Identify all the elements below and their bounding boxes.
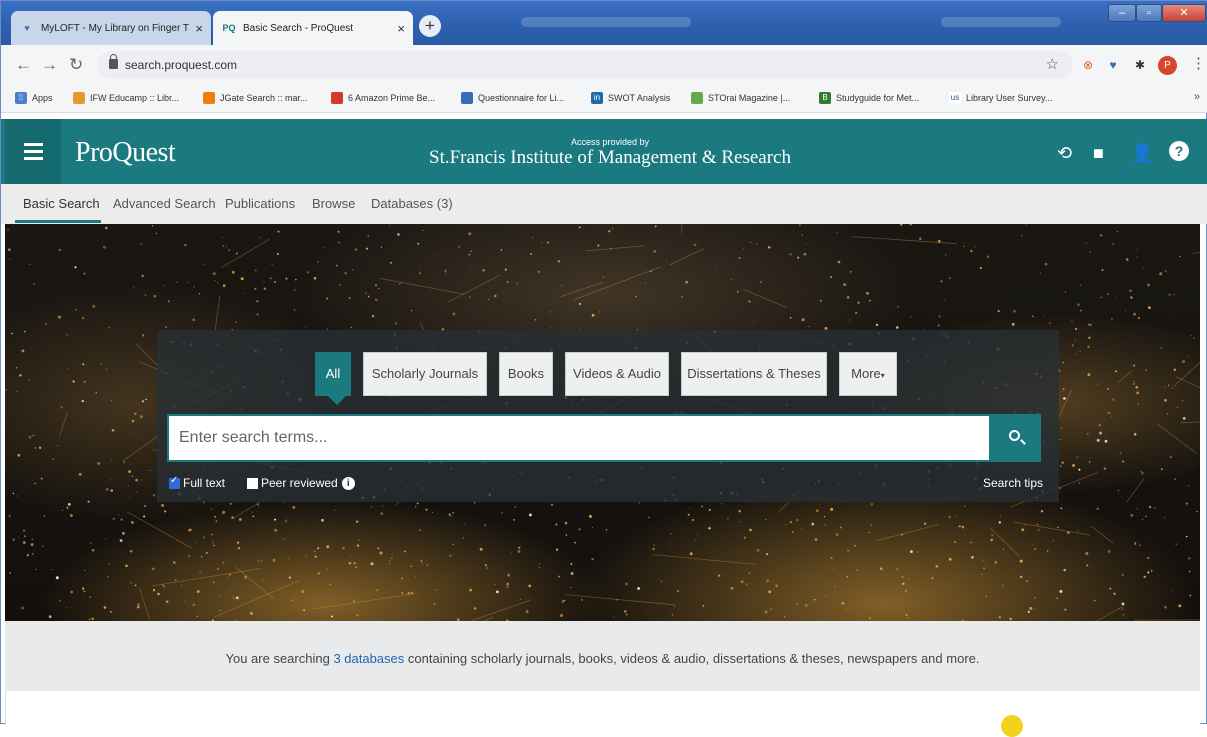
window-controls: – ▫ ✕ — [1108, 4, 1206, 24]
menu-kebab-icon[interactable]: ⋮ — [1191, 54, 1206, 72]
database-info-text: You are searching 3 databases containing… — [5, 651, 1200, 666]
bookmark-apps[interactable]: ⁞⁞Apps — [15, 92, 53, 104]
myloft-extension-icon[interactable]: ♥ — [1104, 56, 1122, 74]
database-info-strip: You are searching 3 databases containing… — [5, 621, 1200, 691]
active-chip-pointer — [328, 396, 346, 405]
tab-title: MyLOFT - My Library on Finger T — [41, 23, 189, 34]
bookmark-item[interactable]: IFW Educamp :: Libr... — [73, 92, 179, 104]
filter-chip-more[interactable]: More▾ — [839, 352, 897, 396]
new-tab-button[interactable]: + — [419, 15, 441, 37]
studyguide-icon: B — [819, 92, 831, 104]
full-text-label: Full text — [183, 476, 225, 490]
questionnaire-icon — [461, 92, 473, 104]
window-close-button[interactable]: ✕ — [1162, 4, 1206, 22]
storai-icon — [691, 92, 703, 104]
bookmark-star-icon[interactable]: ☆ — [1046, 55, 1059, 73]
url-text[interactable]: search.proquest.com — [125, 58, 237, 72]
survey-icon: us — [949, 92, 961, 104]
tab-browse[interactable]: Browse — [312, 196, 355, 211]
search-panel: All Scholarly Journals Books Videos & Au… — [157, 330, 1059, 502]
filter-chip-all[interactable]: All — [315, 352, 351, 396]
access-label: Access provided by — [401, 137, 819, 147]
tab-myloft[interactable]: ♥ MyLOFT - My Library on Finger T × — [11, 11, 211, 45]
databases-link[interactable]: 3 databases — [333, 651, 404, 666]
back-arrow-icon[interactable]: ← — [15, 55, 32, 75]
peer-reviewed-option[interactable]: Peer reviewed i — [247, 476, 355, 490]
caret-down-icon: ▾ — [881, 371, 885, 380]
proquest-favicon-icon: PQ — [221, 22, 237, 34]
linkedin-icon: in — [591, 92, 603, 104]
active-tab-underline — [15, 220, 101, 223]
extension-icon[interactable]: ⊗ — [1079, 56, 1097, 74]
titlebar-blur — [941, 17, 1061, 27]
bookmark-item[interactable]: STOrai Magazine |... — [691, 92, 790, 104]
proquest-header: ProQuest Access provided by St.Francis I… — [1, 119, 1207, 184]
peer-reviewed-label: Peer reviewed — [261, 476, 338, 490]
browser-toolbar: ← → ↻ search.proquest.com ☆ ⊗ ♥ ✱ P ⋮ — [1, 45, 1207, 85]
browser-titlebar: ♥ MyLOFT - My Library on Finger T × PQ B… — [1, 1, 1207, 45]
bookmark-item[interactable]: 6 Amazon Prime Be... — [331, 92, 435, 104]
more-label: More — [851, 366, 881, 381]
peer-reviewed-checkbox[interactable] — [247, 478, 258, 489]
tab-publications[interactable]: Publications — [225, 196, 295, 211]
amazon-icon — [331, 92, 343, 104]
user-icon[interactable]: 👤 — [1131, 143, 1153, 164]
bookmark-item[interactable]: usLibrary User Survey... — [949, 92, 1052, 104]
maximize-button[interactable]: ▫ — [1136, 4, 1162, 22]
proquest-logo[interactable]: ProQuest — [75, 137, 175, 169]
institution-name: St.Francis Institute of Management & Res… — [401, 147, 819, 169]
filter-chip-scholarly-journals[interactable]: Scholarly Journals — [363, 352, 487, 396]
tab-proquest[interactable]: PQ Basic Search - ProQuest × — [213, 11, 413, 45]
forward-arrow-icon[interactable]: → — [41, 55, 58, 75]
search-icon — [1009, 430, 1020, 441]
bookmarks-bar: ⁞⁞Apps IFW Educamp :: Libr... JGate Sear… — [1, 85, 1207, 113]
close-icon[interactable]: × — [397, 21, 405, 36]
folder-icon[interactable]: ■ — [1093, 143, 1104, 164]
info-icon[interactable]: i — [342, 477, 355, 490]
help-icon[interactable]: ? — [1169, 141, 1189, 161]
filter-chip-videos-audio[interactable]: Videos & Audio — [565, 352, 669, 396]
reload-icon[interactable]: ↻ — [69, 55, 83, 75]
institution-access: Access provided by St.Francis Institute … — [401, 137, 819, 169]
jgate-icon — [203, 92, 215, 104]
profile-avatar[interactable]: P — [1158, 56, 1177, 75]
titlebar-blur — [521, 17, 691, 27]
search-input[interactable] — [179, 424, 969, 452]
search-subnav: Basic Search Advanced Search Publication… — [1, 184, 1207, 224]
search-button[interactable] — [991, 414, 1041, 462]
close-icon[interactable]: × — [195, 21, 203, 36]
tab-basic-search[interactable]: Basic Search — [23, 196, 100, 211]
bookmark-item[interactable]: JGate Search :: mar... — [203, 92, 308, 104]
history-icon[interactable]: ⟲ — [1057, 143, 1072, 164]
browser-window: ♥ MyLOFT - My Library on Finger T × PQ B… — [0, 0, 1207, 724]
chat-bubble-icon[interactable] — [1001, 715, 1023, 737]
full-text-option[interactable]: Full text — [169, 476, 225, 490]
bookmark-item[interactable]: BStudyguide for Met... — [819, 92, 919, 104]
filter-chip-books[interactable]: Books — [499, 352, 553, 396]
educamp-icon — [73, 92, 85, 104]
address-bar[interactable]: search.proquest.com ☆ — [97, 51, 1073, 79]
hero-city-lights-image: All Scholarly Journals Books Videos & Au… — [5, 224, 1200, 621]
bookmark-item[interactable]: Questionnaire for Li... — [461, 92, 564, 104]
search-tips-link[interactable]: Search tips — [983, 476, 1043, 490]
apps-grid-icon: ⁞⁞ — [15, 92, 27, 104]
bookmarks-more-button[interactable]: » — [1194, 91, 1200, 103]
tab-title: Basic Search - ProQuest — [243, 23, 391, 34]
search-box — [167, 414, 991, 462]
lock-icon — [109, 59, 118, 69]
hamburger-menu-icon[interactable] — [5, 119, 61, 184]
myloft-heart-icon: ♥ — [19, 22, 35, 34]
puzzle-extension-icon[interactable]: ✱ — [1131, 56, 1149, 74]
filter-chip-dissertations-theses[interactable]: Dissertations & Theses — [681, 352, 827, 396]
tab-databases[interactable]: Databases (3) — [371, 196, 453, 211]
tab-advanced-search[interactable]: Advanced Search — [113, 196, 216, 211]
full-text-checkbox[interactable] — [169, 478, 180, 489]
bookmark-item[interactable]: inSWOT Analysis — [591, 92, 670, 104]
minimize-button[interactable]: – — [1108, 4, 1136, 22]
